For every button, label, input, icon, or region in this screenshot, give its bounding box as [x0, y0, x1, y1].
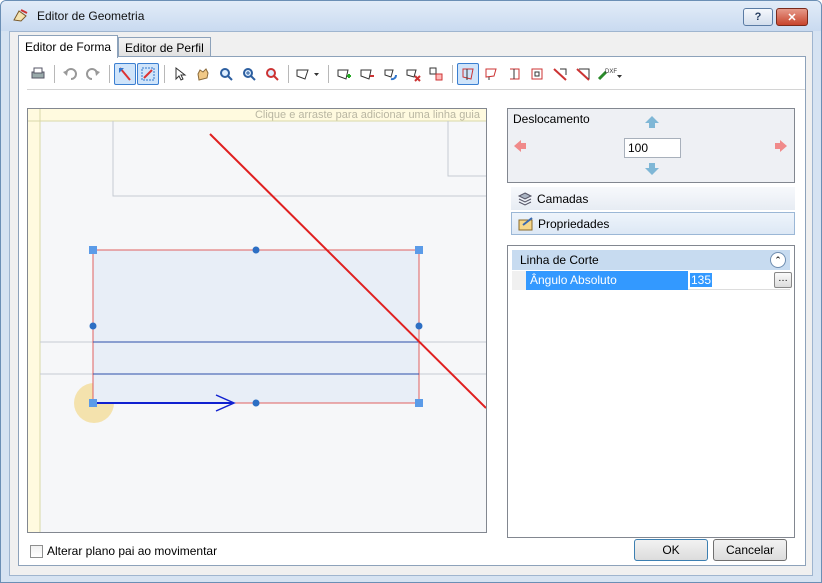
property-value-field[interactable]: 135 … — [688, 271, 792, 290]
toolbar: DXF — [27, 58, 805, 90]
property-name: Ângulo Absoluto — [526, 271, 688, 290]
tab-editor-perfil[interactable]: Editor de Perfil — [118, 37, 211, 57]
cut-tool-1-icon[interactable] — [457, 62, 479, 85]
add-point-icon[interactable] — [333, 63, 355, 85]
tab-editor-forma[interactable]: Editor de Forma — [18, 35, 119, 58]
title-bar: Editor de Geometria ? ✕ — [1, 1, 821, 31]
propriedades-panel-header[interactable]: Propriedades — [511, 212, 795, 235]
toolbar-separator — [452, 64, 453, 83]
pan-icon[interactable] — [192, 63, 214, 85]
deslocamento-label: Deslocamento — [513, 112, 590, 126]
canvas-drawing — [28, 109, 486, 532]
toolbar-separator — [328, 64, 329, 83]
deslocamento-input[interactable]: 100 — [624, 138, 681, 158]
selected-shape[interactable] — [92, 249, 420, 404]
properties-icon — [518, 216, 533, 230]
resize-handle[interactable] — [415, 246, 423, 254]
toolbar-separator — [288, 64, 289, 83]
undo-icon[interactable] — [59, 63, 81, 85]
close-button[interactable]: ✕ — [776, 8, 808, 26]
property-value: 135 — [690, 273, 713, 287]
resize-handle[interactable] — [89, 246, 97, 254]
ellipsis-button[interactable]: … — [774, 272, 792, 288]
alterar-plano-option[interactable]: Alterar plano pai ao movimentar — [30, 544, 217, 558]
select-shape-icon[interactable] — [114, 62, 136, 85]
editor-window: Editor de Geometria ? ✕ Editor de Forma … — [0, 0, 822, 583]
deslocamento-box: Deslocamento 100 — [507, 108, 795, 183]
ok-button[interactable]: OK — [634, 539, 708, 561]
arrow-down-icon[interactable] — [644, 162, 660, 176]
corner-cut-2-icon[interactable] — [572, 63, 594, 85]
rotate-icon[interactable] — [379, 63, 401, 85]
resize-handle[interactable] — [89, 399, 97, 407]
dxf-export-icon[interactable]: DXF — [595, 63, 625, 85]
help-button[interactable]: ? — [743, 8, 773, 26]
zoom-out-icon[interactable] — [261, 63, 283, 85]
arrow-left-icon[interactable] — [513, 139, 527, 153]
camadas-label: Camadas — [537, 191, 589, 206]
pointer-icon[interactable] — [169, 63, 191, 85]
move-icon[interactable] — [425, 63, 447, 85]
zoom-in-icon[interactable] — [238, 63, 260, 85]
midpoint-handle[interactable] — [252, 246, 260, 254]
cut-tool-2-icon[interactable] — [480, 63, 502, 85]
delete-shape-icon[interactable] — [402, 63, 424, 85]
toolbar-separator — [164, 64, 165, 83]
arrow-right-icon[interactable] — [774, 139, 788, 153]
corner-cut-icon[interactable] — [549, 63, 571, 85]
parent-plane-outline — [112, 121, 486, 197]
guide-hint: Clique e arraste para adicionar uma linh… — [254, 109, 480, 121]
svg-text:DXF: DXF — [605, 69, 617, 75]
camadas-panel-header[interactable]: Camadas — [511, 187, 795, 210]
arrow-up-icon[interactable] — [644, 115, 660, 129]
geometry-app-icon — [13, 9, 28, 22]
property-category[interactable]: Linha de Corte ⌃ — [512, 250, 790, 270]
parent-plane-outline — [447, 121, 486, 177]
midpoint-handle[interactable] — [415, 322, 423, 330]
print-icon[interactable] — [27, 63, 49, 85]
property-row-gutter — [512, 271, 526, 290]
toolbar-separator — [54, 64, 55, 83]
property-category-label: Linha de Corte — [520, 253, 599, 267]
midpoint-handle[interactable] — [89, 322, 97, 330]
collapse-icon[interactable]: ⌃ — [770, 252, 786, 268]
window-title: Editor de Geometria — [37, 9, 145, 23]
shape-dropdown-icon[interactable] — [293, 63, 323, 85]
toolbar-separator — [109, 64, 110, 83]
drawing-canvas[interactable]: Clique e arraste para adicionar uma linh… — [27, 108, 487, 533]
dialog-client: Editor de Forma Editor de Perfil DXF Cli… — [9, 31, 813, 576]
cut-tool-3-icon[interactable] — [503, 63, 525, 85]
vertical-ruler — [28, 109, 40, 532]
cut-tool-4-icon[interactable] — [526, 63, 548, 85]
alterar-plano-checkbox[interactable] — [30, 544, 43, 558]
shape-editor-panel: DXF Clique e arraste para adicionar uma … — [18, 56, 806, 566]
tab-strip: Editor de Forma Editor de Perfil — [18, 35, 211, 58]
remove-point-icon[interactable] — [356, 63, 378, 85]
midpoint-handle[interactable] — [252, 399, 260, 407]
layers-icon — [517, 191, 533, 206]
propriedades-label: Propriedades — [538, 216, 610, 231]
select-edit-icon[interactable] — [137, 62, 159, 85]
property-grid: Linha de Corte ⌃ Ângulo Absoluto 135 … — [507, 245, 795, 538]
redo-icon[interactable] — [82, 63, 104, 85]
resize-handle[interactable] — [415, 399, 423, 407]
zoom-icon[interactable] — [215, 63, 237, 85]
property-row[interactable]: Ângulo Absoluto 135 … — [512, 271, 792, 290]
alterar-plano-label: Alterar plano pai ao movimentar — [47, 544, 218, 558]
cancel-button[interactable]: Cancelar — [713, 539, 787, 561]
